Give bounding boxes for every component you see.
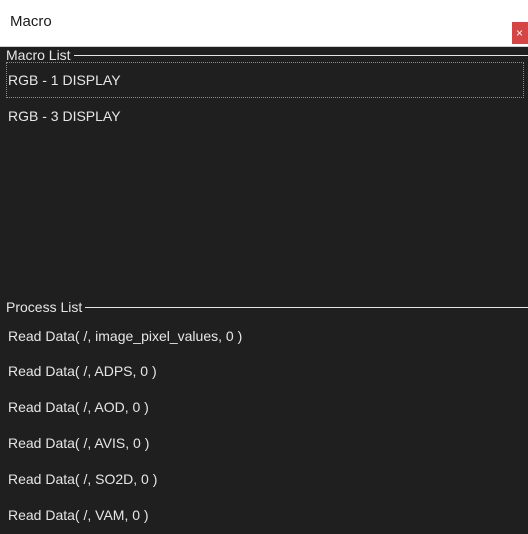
macro-content: Macro List RGB - 1 DISPLAY RGB - 3 DISPL…: [0, 47, 528, 534]
process-list-label: Process List: [6, 299, 86, 315]
macro-item-label: RGB - 3 DISPLAY: [8, 108, 121, 124]
process-item-label: Read Data( /, image_pixel_values, 0 ): [8, 328, 243, 344]
process-item-label: Read Data( /, ADPS, 0 ): [8, 363, 157, 379]
macro-list-label: Macro List: [6, 47, 74, 63]
process-item-label: Read Data( /, AVIS, 0 ): [8, 435, 150, 451]
process-item-label: Read Data( /, SO2D, 0 ): [8, 471, 158, 487]
macro-list-divider: [6, 55, 528, 56]
macro-window: Macro × Macro List RGB - 1 DISPLAY RGB -…: [0, 0, 528, 534]
process-item-image-pixel-values[interactable]: Read Data( /, image_pixel_values, 0 ): [6, 326, 524, 358]
process-item-so2d[interactable]: Read Data( /, SO2D, 0 ): [6, 469, 524, 501]
process-item-label: Read Data( /, AOD, 0 ): [8, 399, 149, 415]
process-list-header: Process List: [6, 299, 528, 315]
window-title: Macro: [10, 13, 52, 30]
macro-item-label: RGB - 1 DISPLAY: [8, 72, 121, 88]
macro-item-rgb-3-display[interactable]: RGB - 3 DISPLAY: [6, 98, 524, 134]
macro-list-header: Macro List: [6, 47, 528, 63]
process-item-avis[interactable]: Read Data( /, AVIS, 0 ): [6, 433, 524, 465]
process-item-label: Read Data( /, VAM, 0 ): [8, 507, 149, 523]
process-item-aod[interactable]: Read Data( /, AOD, 0 ): [6, 397, 524, 429]
close-button[interactable]: ×: [512, 22, 528, 44]
process-item-vam[interactable]: Read Data( /, VAM, 0 ): [6, 505, 524, 534]
macro-item-rgb-1-display[interactable]: RGB - 1 DISPLAY: [6, 62, 524, 98]
close-icon: ×: [516, 26, 524, 40]
title-bar: Macro ×: [0, 0, 528, 47]
process-item-adps[interactable]: Read Data( /, ADPS, 0 ): [6, 361, 524, 393]
